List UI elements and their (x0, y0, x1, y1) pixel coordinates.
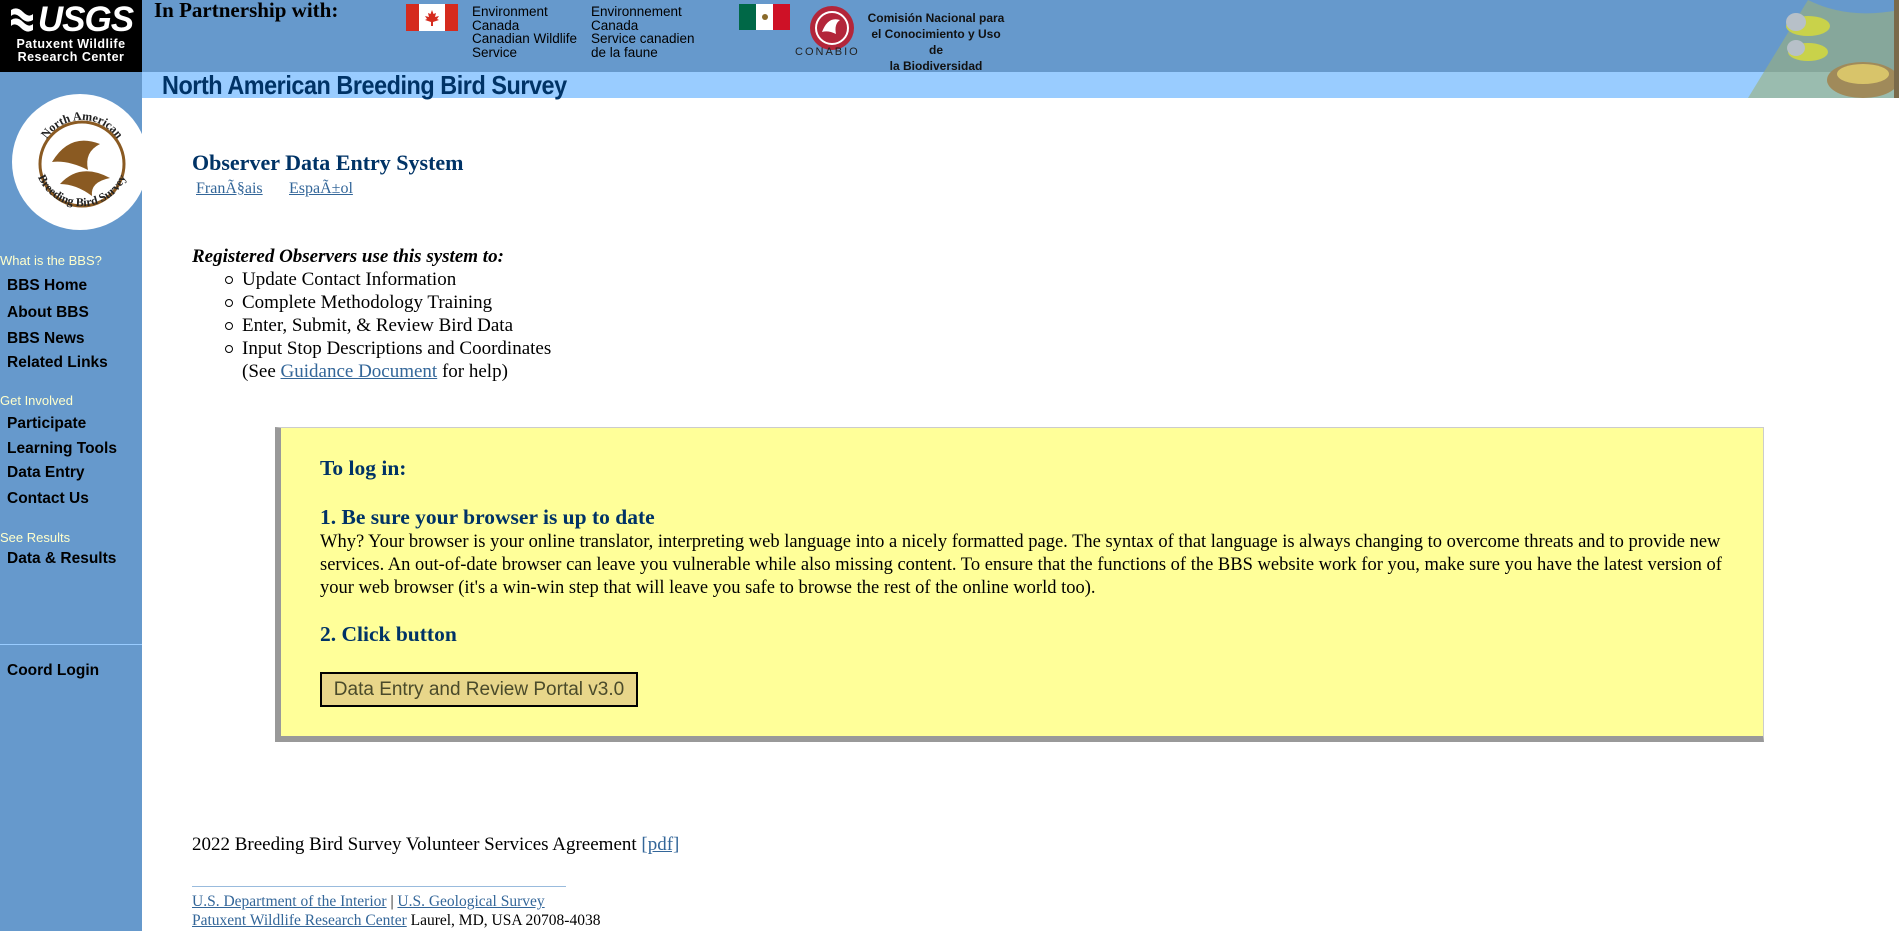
list-item: Enter, Submit, & Review Bird Data (225, 314, 551, 337)
bbs-seal-logo[interactable]: North American Breeding Bird Survey (0, 92, 144, 232)
usgs-wave-icon (10, 8, 33, 32)
step1-body: Why? Your browser is your online transla… (320, 532, 1722, 598)
agreement-pdf-link[interactable]: [pdf] (641, 834, 679, 855)
birds-nest-image (1748, 0, 1899, 98)
usgs-wordmark: USGS (37, 0, 134, 39)
help-note: (See Guidance Document for help) (242, 361, 508, 382)
step1-heading: 1. Be sure your browser is up to date (320, 505, 655, 529)
nav-data-entry[interactable]: Data Entry (7, 464, 85, 482)
list-item: Complete Methodology Training (225, 291, 551, 314)
data-entry-portal-button[interactable]: Data Entry and Review Portal v3.0 (320, 672, 638, 707)
doi-link[interactable]: U.S. Department of the Interior (192, 893, 387, 910)
page-title: Observer Data Entry System (192, 150, 464, 175)
nav-about-bbs[interactable]: About BBS (7, 304, 89, 322)
mexico-flag-icon (739, 4, 790, 30)
environment-canada-en[interactable]: Environment Canada Canadian Wildlife Ser… (472, 5, 577, 59)
guidance-document-link[interactable]: Guidance Document (281, 361, 438, 382)
pwrc-link[interactable]: Patuxent Wildlife Research Center (192, 912, 407, 929)
footer-address: Patuxent Wildlife Research Center Laurel… (192, 912, 601, 929)
usgs-center-line2: Research Center (17, 50, 125, 64)
partnership-label: In Partnership with: (154, 0, 339, 22)
volunteer-agreement: 2022 Breeding Bird Survey Volunteer Serv… (192, 834, 680, 855)
footer-agencies: U.S. Department of the Interior | U.S. G… (192, 893, 545, 910)
nav-data-results[interactable]: Data & Results (7, 550, 116, 568)
nav-coord-login[interactable]: Coord Login (7, 662, 99, 680)
nav-section-involved: Get Involved (0, 393, 73, 408)
step2-heading: 2. Click button (320, 622, 457, 646)
footer-divider (192, 886, 566, 887)
nav-section-results: See Results (0, 530, 71, 545)
environment-canada-fr[interactable]: Environnement Canada Service canadien de… (591, 5, 695, 59)
canada-flag-icon (406, 4, 458, 31)
nav-learning-tools[interactable]: Learning Tools (7, 440, 117, 458)
nav-participate[interactable]: Participate (7, 415, 86, 433)
lang-link-spanish[interactable]: EspaÃ±ol (289, 180, 353, 198)
survey-title: North American Breeding Bird Survey (162, 70, 567, 100)
nav-related-links[interactable]: Related Links (7, 354, 108, 372)
list-item: Update Contact Information (225, 268, 551, 291)
task-list: Update Contact Information Complete Meth… (225, 268, 551, 360)
list-item: Input Stop Descriptions and Coordinates (225, 337, 551, 360)
nav-section-what: What is the BBS? (0, 253, 102, 268)
conabio-name: CONABIO (795, 46, 860, 58)
nav-bbs-news[interactable]: BBS News (7, 330, 85, 348)
login-heading: To log in: (320, 456, 407, 480)
conabio-emblem-icon[interactable] (808, 4, 856, 52)
usgs-logo[interactable]: USGS Patuxent Wildlife Research Center (0, 0, 142, 72)
intro-text: Registered Observers use this system to: (192, 246, 504, 267)
usgs-link[interactable]: U.S. Geological Survey (397, 893, 544, 910)
conabio-description[interactable]: Comisión Nacional para el Conocimiento y… (866, 10, 1006, 74)
nav-contact-us[interactable]: Contact Us (7, 490, 89, 508)
lang-link-french[interactable]: FranÃ§ais (196, 180, 263, 198)
nav-divider (0, 644, 142, 645)
nav-bbs-home[interactable]: BBS Home (7, 277, 87, 295)
